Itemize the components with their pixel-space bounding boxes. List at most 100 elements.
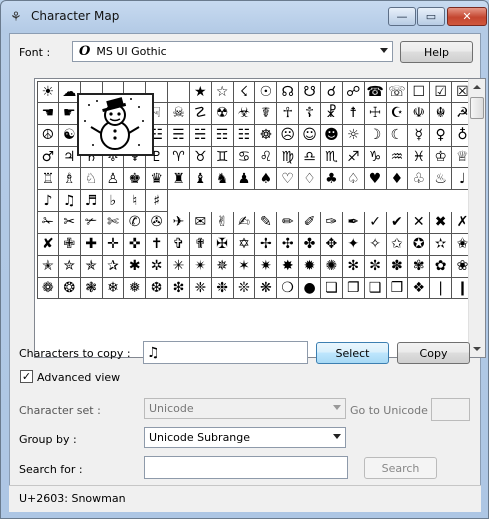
advanced-view-checkbox[interactable]: ✓ (20, 370, 33, 383)
character-cell[interactable]: ♜ (168, 168, 190, 191)
copy-button[interactable]: Copy (397, 342, 470, 364)
character-cell[interactable] (343, 190, 365, 212)
character-cell[interactable]: ✱ (124, 255, 147, 278)
character-cell[interactable]: ✲ (146, 255, 169, 278)
character-cell[interactable] (365, 190, 387, 212)
character-cell[interactable]: ✪ (408, 233, 431, 256)
character-cell[interactable]: ♢ (299, 168, 321, 191)
character-cell[interactable]: ☺ (299, 124, 321, 147)
character-cell[interactable]: ♪ (37, 190, 59, 213)
character-cell[interactable]: ☧ (320, 102, 343, 125)
character-cell[interactable]: ❘ (430, 277, 453, 300)
character-cell[interactable]: ✚ (80, 233, 103, 256)
character-cell[interactable]: ♌ (255, 146, 278, 169)
character-cell[interactable]: ✿ (430, 255, 453, 278)
character-cell[interactable]: ❍ (277, 277, 300, 300)
character-cell[interactable]: ☼ (342, 124, 365, 147)
character-cell[interactable] (277, 190, 299, 212)
character-cell[interactable]: ☀ (37, 81, 59, 103)
character-cell[interactable]: ☌ (320, 81, 343, 103)
character-cell[interactable]: ✏ (277, 212, 300, 234)
search-input[interactable] (144, 456, 348, 479)
character-cell[interactable]: ❊ (233, 277, 256, 300)
character-cell[interactable]: ♗ (58, 168, 81, 191)
character-cell[interactable]: ♉ (189, 146, 212, 169)
character-cell[interactable]: ✺ (320, 255, 343, 278)
character-cell[interactable]: ☶ (211, 124, 234, 147)
character-cell[interactable] (387, 190, 409, 212)
character-cell[interactable]: ✘ (37, 233, 59, 256)
character-cell[interactable]: ✭ (37, 255, 59, 278)
character-cell[interactable]: ✜ (124, 233, 147, 256)
character-cell[interactable]: ✢ (255, 233, 278, 256)
character-cell[interactable]: ☹ (277, 124, 300, 147)
character-cell[interactable]: ✐ (299, 212, 321, 234)
character-cell[interactable]: ✕ (408, 212, 431, 234)
character-cell[interactable]: ♡ (277, 168, 300, 191)
character-cell[interactable]: ✣ (277, 233, 300, 256)
character-cell[interactable]: ☾ (386, 124, 409, 147)
character-cell[interactable]: ☸ (255, 124, 278, 147)
character-cell[interactable]: ♎ (299, 146, 321, 169)
character-cell[interactable]: ♒ (386, 146, 409, 169)
character-cell[interactable] (168, 81, 190, 103)
character-cell[interactable]: ♐ (342, 146, 365, 169)
character-cell[interactable]: ✈ (168, 212, 190, 234)
character-cell[interactable]: ❆ (146, 277, 169, 300)
character-cell[interactable]: ✎ (255, 212, 278, 234)
character-cell[interactable] (212, 190, 234, 212)
character-cell[interactable]: ☴ (168, 124, 190, 147)
character-cell[interactable]: ✌ (211, 212, 234, 234)
character-cell[interactable]: ♧ (408, 168, 431, 191)
font-dropdown[interactable]: O MS UI Gothic (72, 41, 393, 62)
character-cell[interactable]: ✄ (102, 212, 125, 234)
character-cell[interactable]: ☎ (364, 81, 387, 103)
character-cell[interactable]: ✫ (430, 233, 453, 256)
character-cell[interactable]: ☚ (37, 102, 59, 125)
character-cell[interactable]: ♓ (408, 146, 431, 169)
character-cell[interactable]: ✞ (168, 233, 190, 256)
character-cell[interactable] (190, 190, 212, 212)
character-cell[interactable]: ☽ (364, 124, 387, 147)
character-cell[interactable]: ☍ (342, 81, 365, 103)
character-cell[interactable]: ✰ (102, 255, 125, 278)
character-cell[interactable]: ✯ (80, 255, 103, 278)
character-cell[interactable]: ☥ (277, 102, 300, 125)
character-cell[interactable]: ♥ (364, 168, 387, 191)
character-cell[interactable]: ✩ (386, 233, 409, 256)
character-cell[interactable] (168, 190, 190, 212)
character-cell[interactable]: ♮ (124, 190, 147, 213)
scroll-down-icon[interactable] (473, 347, 481, 351)
character-cell[interactable]: ☬ (430, 102, 453, 125)
character-cell[interactable] (321, 190, 343, 212)
character-cell[interactable]: ♋ (233, 146, 256, 169)
character-cell[interactable] (408, 190, 430, 212)
character-cell[interactable]: ★ (189, 81, 212, 103)
character-cell[interactable]: ✒ (342, 212, 365, 234)
character-cell[interactable]: ❈ (189, 277, 212, 300)
character-cell[interactable]: ✓ (364, 212, 387, 234)
character-cell[interactable]: ✽ (386, 255, 409, 278)
character-cell[interactable]: ☦ (299, 102, 321, 125)
minimize-button[interactable]: — (388, 7, 416, 26)
character-cell[interactable]: ☠ (168, 102, 190, 125)
character-cell[interactable]: ♘ (80, 168, 103, 191)
advanced-view-label[interactable]: Advanced view (37, 371, 120, 384)
character-cell[interactable]: ✛ (102, 233, 125, 256)
character-cell[interactable] (234, 190, 256, 212)
character-cell[interactable]: ♛ (146, 168, 169, 191)
character-cell[interactable]: ♑ (364, 146, 387, 169)
character-cell[interactable]: ♔ (430, 146, 453, 169)
character-cell[interactable]: ☆ (211, 81, 234, 103)
character-cell[interactable]: ❁ (37, 277, 59, 300)
character-set-dropdown[interactable]: Unicode (144, 398, 346, 419)
character-cell[interactable]: ✆ (124, 212, 147, 234)
character-cell[interactable]: ✻ (342, 255, 365, 278)
character-cell[interactable]: ♣ (320, 168, 343, 191)
character-cell[interactable]: ☡ (189, 102, 212, 125)
character-cell[interactable] (430, 190, 452, 212)
character-cell[interactable]: ✦ (342, 233, 365, 256)
character-cell[interactable]: ✮ (58, 255, 81, 278)
character-cell[interactable]: ✃ (80, 212, 103, 234)
character-cell[interactable]: ♀ (430, 124, 453, 147)
